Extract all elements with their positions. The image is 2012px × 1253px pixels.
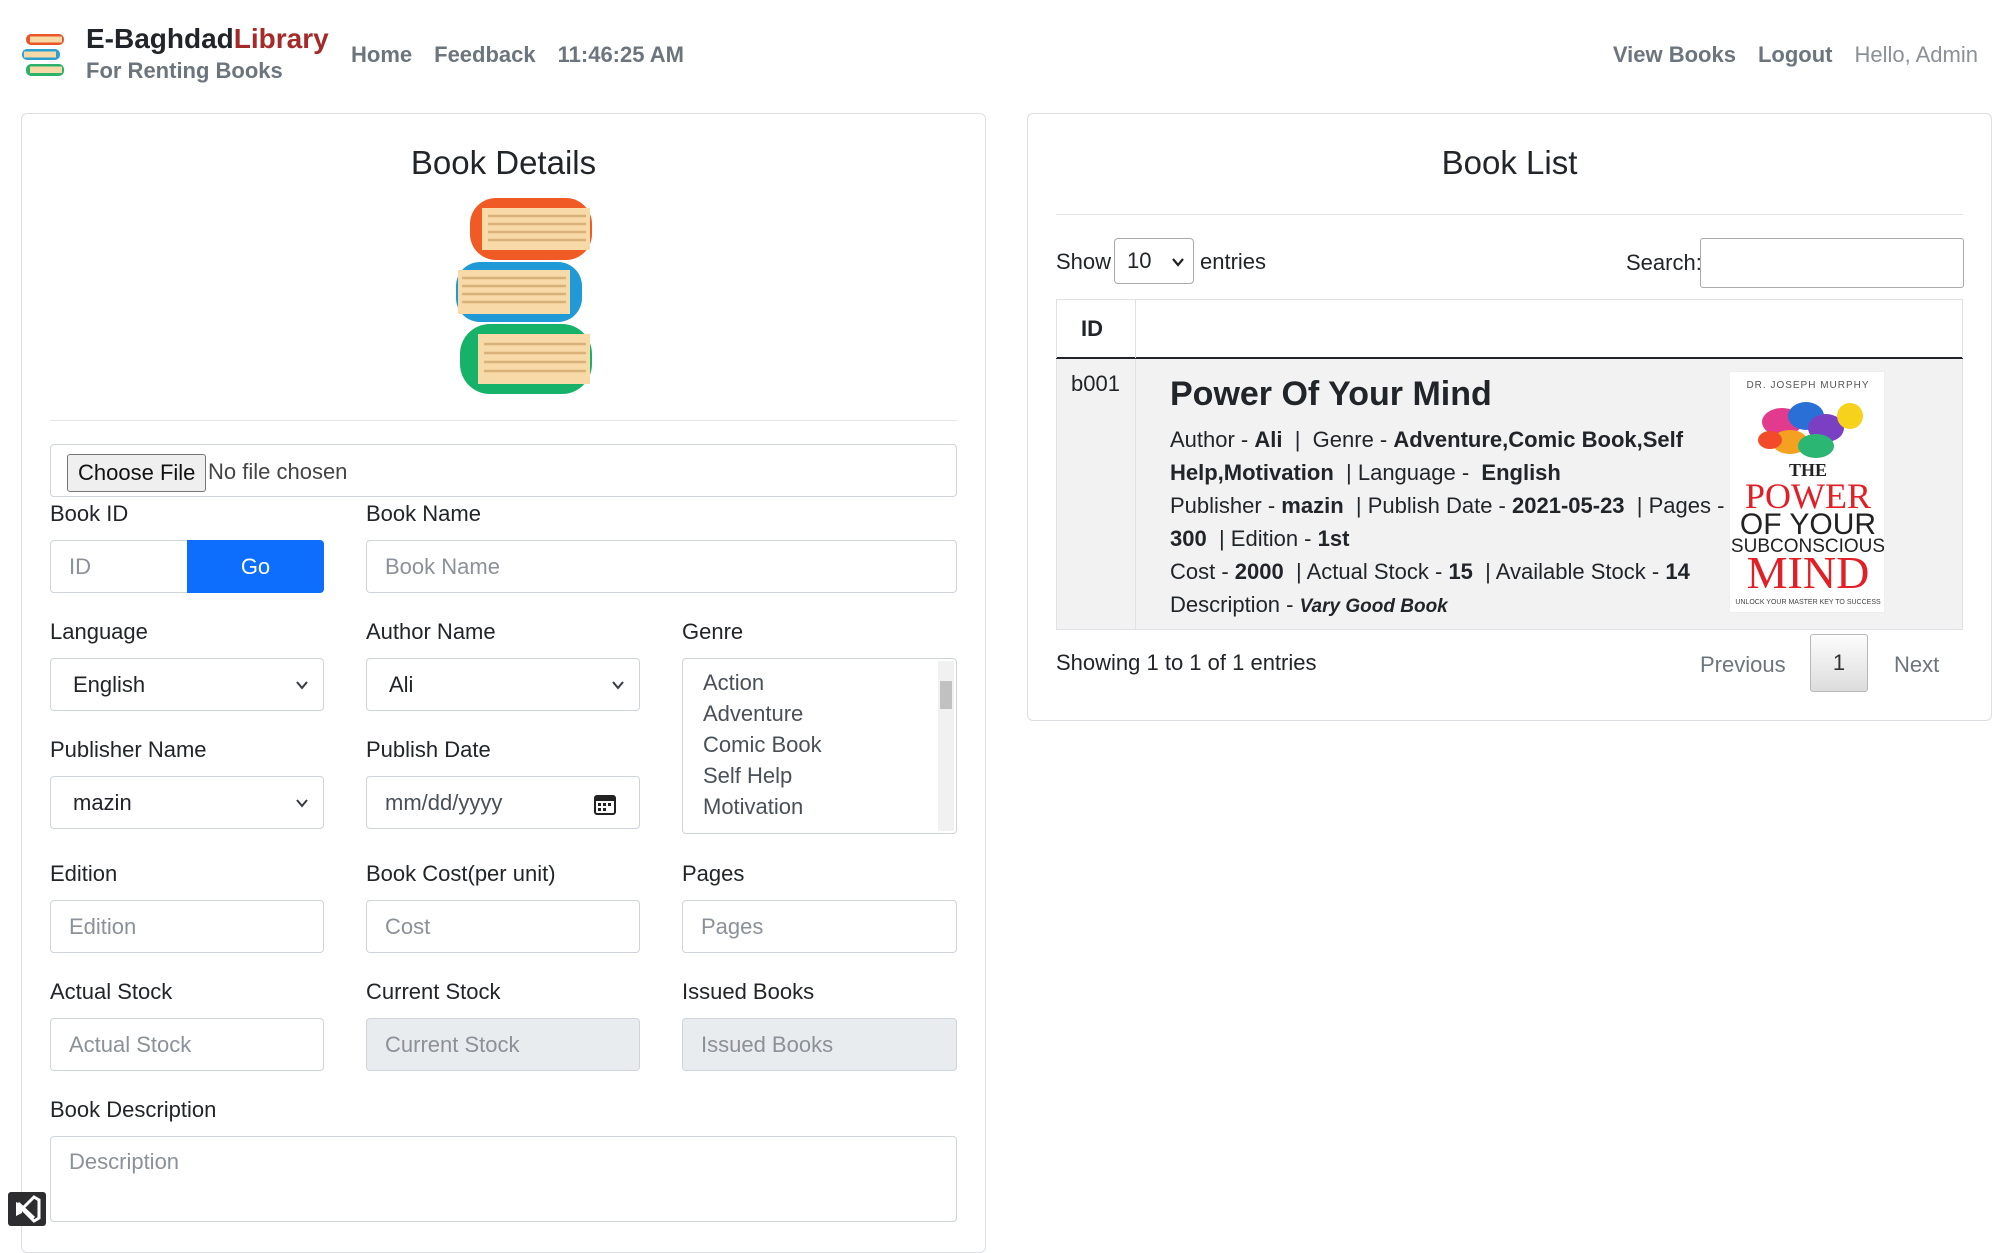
divider bbox=[50, 420, 957, 421]
books-stack-icon bbox=[456, 198, 592, 394]
nav-greeting: Hello, Admin bbox=[1854, 42, 1978, 67]
book-id-input[interactable]: ID bbox=[50, 540, 188, 593]
next-page-button[interactable]: Next bbox=[1894, 651, 1939, 679]
book-cover-image: DR. JOSEPH MURPHY THE POWER OF YOUR SUBC… bbox=[1729, 371, 1885, 613]
description-label: Book Description bbox=[50, 1097, 217, 1122]
genre-option[interactable]: Comic Book bbox=[683, 729, 956, 760]
cover-author: DR. JOSEPH MURPHY bbox=[1746, 380, 1869, 391]
chevron-down-icon bbox=[612, 681, 624, 690]
book-list-card: Book List Show 10 entries Search: ID b00… bbox=[1027, 113, 1992, 721]
book-list-title: Book List bbox=[1441, 144, 1578, 181]
chevron-down-icon bbox=[1172, 258, 1184, 267]
book-info-cell: Power Of Your Mind Author - Ali | Genre … bbox=[1136, 359, 1963, 629]
book-available-stock: 14 bbox=[1665, 559, 1690, 584]
genre-option[interactable]: Self Help bbox=[683, 760, 956, 791]
brand-tagline: For Renting Books bbox=[86, 58, 283, 83]
book-publisher: mazin bbox=[1281, 493, 1344, 518]
pages-label: Pages bbox=[682, 861, 745, 886]
issued-books-input: Issued Books bbox=[682, 1018, 957, 1071]
current-stock-label: Current Stock bbox=[366, 979, 501, 1004]
actual-stock-input[interactable]: Actual Stock bbox=[50, 1018, 324, 1071]
entries-select[interactable]: 10 bbox=[1114, 238, 1194, 284]
pages-input[interactable]: Pages bbox=[682, 900, 957, 953]
genre-option[interactable]: Adventure bbox=[683, 698, 956, 729]
choose-file-button[interactable]: Choose File bbox=[67, 454, 207, 492]
book-title: Power Of Your Mind bbox=[1170, 375, 1492, 413]
book-description: Vary Good Book bbox=[1299, 596, 1448, 617]
book-author: Ali bbox=[1254, 427, 1283, 452]
table-header: ID bbox=[1056, 299, 1963, 359]
chevron-down-icon bbox=[296, 681, 308, 690]
calendar-icon[interactable] bbox=[593, 792, 617, 816]
file-status: No file chosen bbox=[208, 459, 348, 484]
issued-books-label: Issued Books bbox=[682, 979, 815, 1004]
edition-input[interactable]: Edition bbox=[50, 900, 324, 953]
book-pages: 300 bbox=[1170, 526, 1207, 551]
svg-text:MIND: MIND bbox=[1747, 547, 1870, 598]
go-button[interactable]: Go bbox=[187, 540, 324, 593]
book-meta: Author - Ali | Genre - Adventure,Comic B… bbox=[1170, 427, 1725, 617]
publish-date-input[interactable]: mm/dd/yyyy bbox=[366, 776, 640, 829]
show-label: Show bbox=[1056, 249, 1112, 274]
visual-studio-badge[interactable] bbox=[8, 1192, 46, 1226]
brand-name-accent: Library bbox=[233, 23, 329, 54]
publisher-label: Publisher Name bbox=[50, 737, 207, 762]
genre-option[interactable]: Motivation bbox=[683, 791, 956, 822]
language-select[interactable]: English bbox=[50, 658, 324, 711]
cost-label: Book Cost(per unit) bbox=[366, 861, 556, 886]
search-input[interactable] bbox=[1700, 238, 1964, 288]
book-details-card: Book Details Choose File No file chosen … bbox=[21, 113, 986, 1253]
actual-stock-label: Actual Stock bbox=[50, 979, 173, 1004]
book-id-cell: b001 bbox=[1056, 359, 1136, 629]
visual-studio-icon bbox=[16, 1195, 41, 1223]
scrollbar-thumb[interactable] bbox=[940, 681, 952, 709]
author-select[interactable]: Ali bbox=[366, 658, 640, 711]
genre-option[interactable]: Action bbox=[683, 667, 956, 698]
book-publish-date: 2021-05-23 bbox=[1512, 493, 1625, 518]
edition-label: Edition bbox=[50, 861, 118, 886]
genre-multiselect[interactable]: Action Adventure Comic Book Self Help Mo… bbox=[682, 658, 957, 834]
chevron-down-icon bbox=[296, 799, 308, 808]
author-label: Author Name bbox=[366, 619, 496, 644]
book-language: English bbox=[1481, 460, 1561, 485]
description-textarea[interactable]: Description bbox=[50, 1136, 957, 1222]
column-header[interactable] bbox=[1136, 300, 1963, 358]
book-cost: 2000 bbox=[1234, 559, 1284, 584]
nav-clock: 11:46:25 AM bbox=[557, 42, 684, 67]
publisher-select[interactable]: mazin bbox=[50, 776, 324, 829]
book-name-label: Book Name bbox=[366, 501, 481, 526]
nav-logout-link[interactable]: Logout bbox=[1758, 40, 1833, 70]
nav-home-link[interactable]: Home bbox=[351, 40, 412, 70]
previous-page-button[interactable]: Previous bbox=[1700, 651, 1786, 679]
cost-input[interactable]: Cost bbox=[366, 900, 640, 953]
brand[interactable]: E-BaghdadLibrary For Renting Books bbox=[86, 22, 329, 86]
genre-label: Genre bbox=[682, 619, 744, 644]
book-actual-stock: 15 bbox=[1448, 559, 1473, 584]
book-name-input[interactable]: Book Name bbox=[366, 540, 957, 593]
table-info: Showing 1 to 1 of 1 entries bbox=[1056, 650, 1317, 675]
nav-view-books-link[interactable]: View Books bbox=[1613, 40, 1736, 70]
table-row[interactable]: b001 Power Of Your Mind Author - Ali | G… bbox=[1056, 359, 1963, 630]
book-id-label: Book ID bbox=[50, 501, 129, 526]
language-label: Language bbox=[50, 619, 148, 644]
svg-text:UNLOCK YOUR MASTER KEY TO SUCC: UNLOCK YOUR MASTER KEY TO SUCCESS bbox=[1735, 599, 1881, 606]
book-edition: 1st bbox=[1317, 526, 1350, 551]
current-stock-input: Current Stock bbox=[366, 1018, 640, 1071]
file-input[interactable]: Choose File No file chosen bbox=[50, 444, 957, 497]
divider bbox=[1056, 214, 1963, 215]
navbar: E-BaghdadLibrary For Renting Books Home … bbox=[0, 0, 2012, 112]
brand-name: E-Baghdad bbox=[86, 23, 234, 54]
publish-date-label: Publish Date bbox=[366, 737, 491, 762]
books-logo-icon[interactable] bbox=[20, 33, 66, 77]
entries-label: entries bbox=[1200, 249, 1267, 274]
search-label: Search: bbox=[1626, 250, 1702, 275]
nav-feedback-link[interactable]: Feedback bbox=[434, 40, 536, 70]
column-header-id[interactable]: ID bbox=[1056, 300, 1136, 358]
book-details-title: Book Details bbox=[410, 144, 597, 181]
page-1-button[interactable]: 1 bbox=[1810, 634, 1868, 692]
